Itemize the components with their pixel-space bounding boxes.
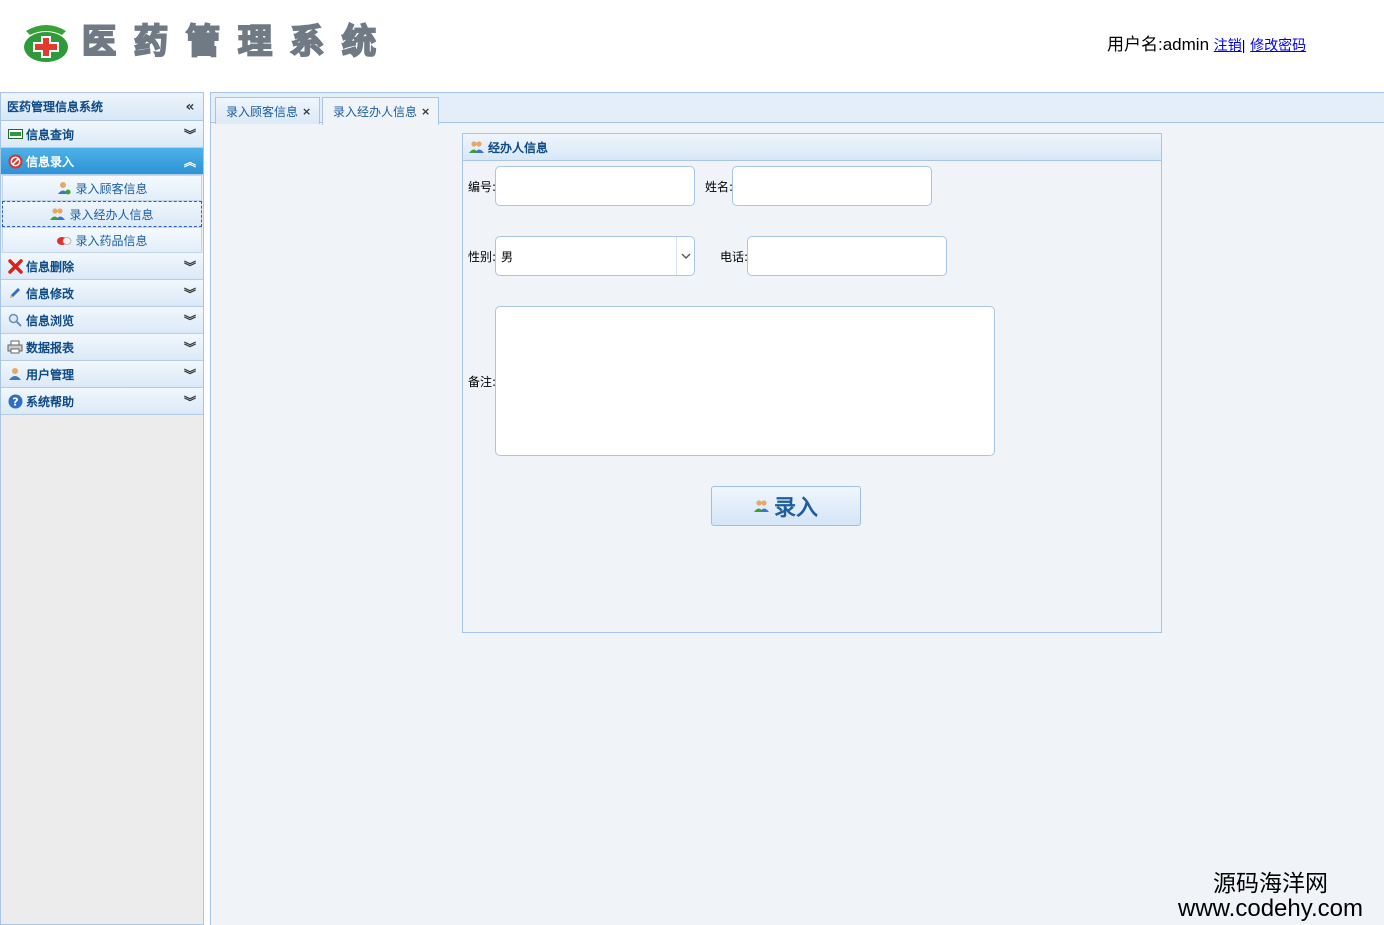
logo-char: 管 bbox=[185, 21, 221, 63]
watermark-url: www.codehy.com bbox=[1178, 895, 1363, 922]
name-label: 姓名: bbox=[705, 180, 734, 194]
sidebar-item-add-agent[interactable]: 录入经办人信息 bbox=[2, 201, 202, 227]
logo-char: 统 bbox=[341, 21, 377, 63]
username-label: 用户名:admin bbox=[1107, 35, 1210, 54]
tab-bar: 录入顾客信息 × 录入经办人信息 × bbox=[211, 92, 1384, 125]
close-icon[interactable]: × bbox=[421, 105, 430, 118]
remark-label: 备注: bbox=[468, 375, 497, 389]
users-icon bbox=[469, 139, 485, 155]
printer-icon bbox=[7, 339, 23, 355]
double-chevron-down-icon: ︾ bbox=[183, 394, 196, 409]
main-content: 录入顾客信息 × 录入经办人信息 × 经办人信息 编号: 姓名: 性别: 男 电… bbox=[210, 92, 1384, 925]
double-chevron-down-icon: ︾ bbox=[183, 259, 196, 274]
svg-text:?: ? bbox=[12, 395, 18, 408]
panel-header: 经办人信息 bbox=[463, 134, 1161, 161]
gender-select[interactable]: 男 bbox=[495, 236, 695, 276]
phone-label: 电话: bbox=[720, 250, 749, 264]
panel-title: 经办人信息 bbox=[488, 140, 549, 155]
tab-label: 录入经办人信息 bbox=[333, 105, 418, 119]
sidebar-title: 医药管理信息系统 bbox=[7, 100, 104, 114]
no-entry-icon bbox=[7, 153, 23, 169]
sidebar-section-label: 信息录入 bbox=[26, 154, 75, 169]
sidebar-section-users[interactable]: 用户管理 ︾ bbox=[1, 361, 203, 388]
id-label: 编号: bbox=[468, 180, 497, 194]
tab-add-customer[interactable]: 录入顾客信息 × bbox=[215, 97, 321, 124]
watermark: 源码海洋网 www.codehy.com bbox=[1178, 870, 1363, 922]
pencil-icon bbox=[7, 285, 23, 301]
sidebar-section-label: 用户管理 bbox=[26, 367, 75, 382]
link-separator: | bbox=[1241, 37, 1246, 53]
submit-label: 录入 bbox=[773, 496, 818, 521]
pills-icon bbox=[56, 232, 72, 248]
sidebar-item-label: 录入经办人信息 bbox=[69, 207, 154, 222]
double-chevron-down-icon: ︾ bbox=[183, 127, 196, 142]
gender-selected-value: 男 bbox=[501, 249, 514, 264]
sidebar-section-label: 信息删除 bbox=[26, 259, 75, 274]
agent-form-panel: 经办人信息 编号: 姓名: 性别: 男 电话: 备注: 录入 bbox=[462, 133, 1162, 633]
sidebar-section-label: 信息修改 bbox=[26, 286, 75, 301]
sidebar-item-add-drug[interactable]: 录入药品信息 bbox=[2, 227, 202, 253]
double-chevron-left-icon[interactable]: « bbox=[183, 99, 197, 115]
chevron-down-icon bbox=[676, 237, 694, 275]
phone-input[interactable] bbox=[747, 236, 947, 276]
user-icon bbox=[56, 180, 72, 196]
sidebar-header: 医药管理信息系统 « bbox=[1, 93, 203, 121]
app-logo: 医 药 管 理 系 统 bbox=[22, 20, 377, 64]
users-icon bbox=[50, 206, 66, 222]
sidebar-section-label: 信息查询 bbox=[26, 127, 75, 142]
user-icon bbox=[7, 366, 23, 382]
logo-char: 药 bbox=[133, 21, 169, 63]
sidebar-item-add-customer[interactable]: 录入顾客信息 bbox=[2, 175, 202, 201]
double-chevron-down-icon: ︾ bbox=[183, 340, 196, 355]
sidebar-section-label: 信息浏览 bbox=[26, 313, 75, 328]
change-password-link[interactable]: 修改密码 bbox=[1250, 37, 1306, 53]
gender-label: 性别: bbox=[468, 250, 497, 264]
red-x-icon bbox=[7, 258, 23, 274]
double-chevron-down-icon: ︾ bbox=[183, 367, 196, 382]
sidebar-item-label: 录入顾客信息 bbox=[75, 181, 148, 196]
sidebar-section-label: 数据报表 bbox=[26, 340, 75, 355]
close-icon[interactable]: × bbox=[302, 105, 311, 118]
sidebar-section-delete[interactable]: 信息删除 ︾ bbox=[1, 253, 203, 280]
sidebar-section-edit[interactable]: 信息修改 ︾ bbox=[1, 280, 203, 307]
sidebar: 医药管理信息系统 « 信息查询 ︾ 信息录入 ︽ 录入顾客信息 录入经办人信息 bbox=[0, 92, 204, 925]
sidebar-section-help[interactable]: ? 系统帮助 ︾ bbox=[1, 388, 203, 415]
logo-char: 医 bbox=[81, 21, 117, 63]
double-chevron-up-icon: ︽ bbox=[183, 154, 196, 169]
help-icon: ? bbox=[7, 393, 23, 409]
id-input[interactable] bbox=[495, 166, 695, 206]
users-icon bbox=[753, 498, 770, 514]
name-input[interactable] bbox=[732, 166, 932, 206]
user-area: 用户名:admin 注销| 修改密码 bbox=[1107, 30, 1306, 55]
logout-link[interactable]: 注销 bbox=[1214, 37, 1242, 53]
magnifier-icon bbox=[7, 312, 23, 328]
remark-textarea[interactable] bbox=[495, 306, 995, 456]
sidebar-section-browse[interactable]: 信息浏览 ︾ bbox=[1, 307, 203, 334]
sidebar-section-label: 系统帮助 bbox=[26, 394, 75, 409]
double-chevron-down-icon: ︾ bbox=[183, 313, 196, 328]
sidebar-section-query[interactable]: 信息查询 ︾ bbox=[1, 121, 203, 148]
sidebar-item-label: 录入药品信息 bbox=[75, 233, 148, 248]
watermark-text: 源码海洋网 bbox=[1212, 870, 1328, 896]
tab-label: 录入顾客信息 bbox=[226, 104, 299, 119]
sidebar-section-reports[interactable]: 数据报表 ︾ bbox=[1, 334, 203, 361]
monitor-icon bbox=[7, 126, 23, 142]
submit-button[interactable]: 录入 bbox=[711, 486, 861, 526]
logo-char: 理 bbox=[237, 21, 273, 63]
tab-add-agent[interactable]: 录入经办人信息 × bbox=[322, 97, 440, 125]
sidebar-section-entry[interactable]: 信息录入 ︽ bbox=[1, 148, 203, 175]
app-title: 医 药 管 理 系 统 bbox=[81, 21, 377, 63]
logo-char: 系 bbox=[289, 21, 325, 63]
app-header: 医 药 管 理 系 统 用户名:admin 注销| 修改密码 bbox=[0, 0, 1384, 90]
double-chevron-down-icon: ︾ bbox=[183, 286, 196, 301]
medical-cross-logo-icon bbox=[22, 21, 70, 63]
